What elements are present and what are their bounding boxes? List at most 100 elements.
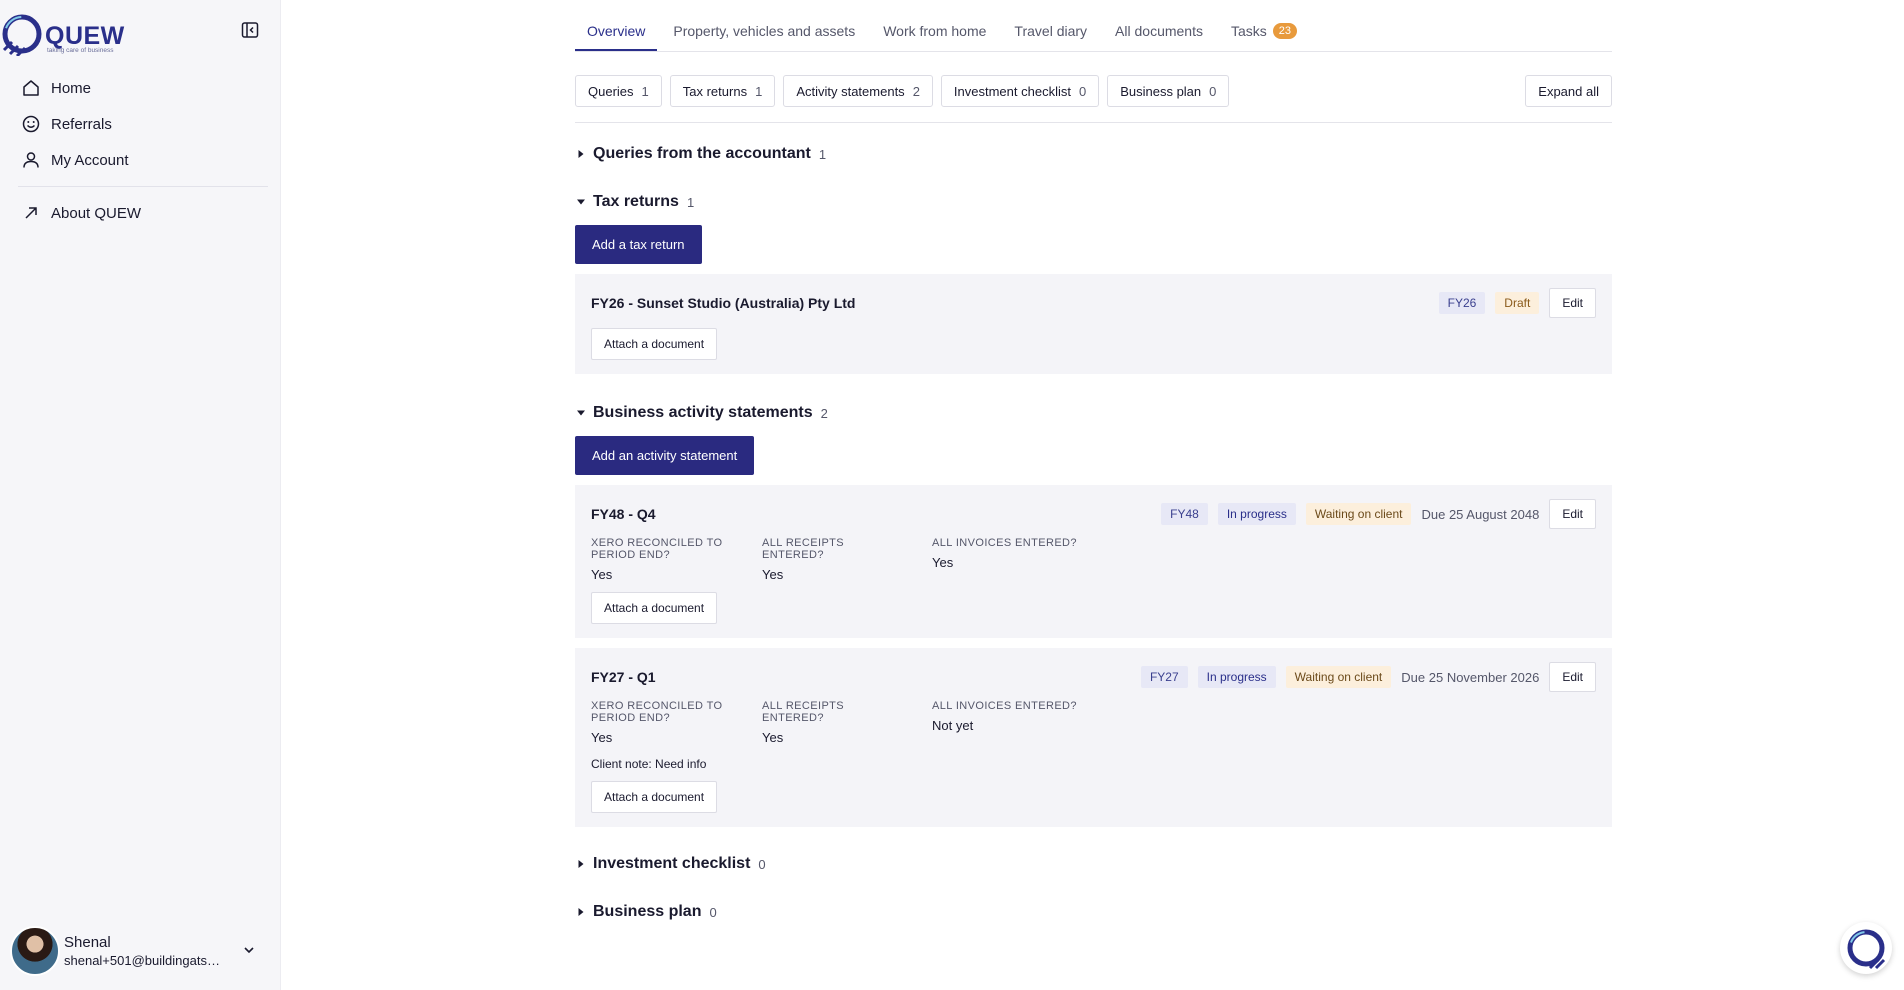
attach-document-button[interactable]: Attach a document: [591, 328, 718, 360]
sidebar-item-label: Referrals: [51, 115, 112, 133]
edit-button[interactable]: Edit: [1549, 662, 1596, 692]
caret-right-icon: [578, 860, 584, 868]
tab-label: Tasks: [1230, 23, 1267, 39]
sidebar-item-label: My Account: [51, 151, 129, 169]
sidebar-item-home[interactable]: Home: [18, 70, 268, 106]
field-label: ALL INVOICES ENTERED?: [932, 537, 1077, 549]
due-date: Due 25 August 2048: [1421, 506, 1540, 522]
section-title: Queries from the accountant: [593, 145, 811, 162]
field-label: XERO RECONCILED TO PERIOD END?: [591, 537, 723, 561]
tab-travel-diary[interactable]: Travel diary: [1002, 23, 1099, 51]
bas-fields: XERO RECONCILED TO PERIOD END? Yes ALL R…: [591, 537, 1596, 582]
tab-all-documents[interactable]: All documents: [1103, 23, 1215, 51]
main-content: Overview Property, vehicles and assets W…: [575, 0, 1612, 923]
sidebar-item-my-account[interactable]: My Account: [18, 142, 268, 178]
bas-fields: XERO RECONCILED TO PERIOD END? Yes ALL R…: [591, 700, 1596, 745]
arrow-up-right-icon: [25, 207, 37, 219]
tab-property-vehicles-assets[interactable]: Property, vehicles and assets: [661, 23, 867, 51]
field-label: ALL RECEIPTS ENTERED?: [762, 537, 845, 561]
filter-activity-statements[interactable]: Activity statements 2: [783, 75, 933, 107]
filter-tax-returns[interactable]: Tax returns 1: [669, 75, 776, 107]
field-label: ALL INVOICES ENTERED?: [932, 700, 1077, 712]
section-investment-toggle[interactable]: Investment checklist 0: [575, 853, 1612, 875]
tab-bar: Overview Property, vehicles and assets W…: [575, 0, 1612, 52]
user-icon: [23, 152, 39, 168]
filter-count: 0: [1209, 83, 1217, 99]
field-value: Yes: [591, 730, 613, 745]
add-activity-statement-button[interactable]: Add an activity statement: [575, 436, 755, 475]
tab-overview[interactable]: Overview: [575, 23, 658, 51]
attach-document-button[interactable]: Attach a document: [591, 592, 718, 624]
bas-card: FY48 - Q4 FY48 In progress Waiting on cl…: [575, 485, 1612, 638]
section-filter-bar: Queries 1 Tax returns 1 Activity statement…: [575, 74, 1612, 108]
brand-tagline: taking care of business: [47, 47, 114, 54]
section-count: 0: [758, 856, 766, 872]
field-value: Yes: [762, 730, 784, 745]
filter-investment-checklist[interactable]: Investment checklist 0: [940, 75, 1100, 107]
tab-label: Travel diary: [1014, 23, 1088, 39]
section-queries-toggle[interactable]: Queries from the accountant 1: [575, 143, 1612, 165]
client-note: Client note: Need info: [591, 757, 707, 771]
edit-button[interactable]: Edit: [1549, 288, 1596, 318]
filter-queries[interactable]: Queries 1: [575, 75, 662, 107]
field-value: Yes: [932, 555, 954, 570]
chevron-down-icon[interactable]: [241, 942, 257, 958]
sidebar-collapse-icon: [241, 22, 259, 38]
smile-icon: [22, 115, 40, 133]
sidebar-item-about-quew[interactable]: About QUEW: [18, 195, 268, 231]
section-count: 1: [818, 146, 827, 162]
filter-label: Activity statements: [796, 83, 905, 99]
user-name: Shenal: [64, 934, 111, 951]
add-tax-return-button[interactable]: Add a tax return: [575, 225, 702, 264]
home-icon: [23, 80, 39, 96]
section-business-plan-toggle[interactable]: Business plan 0: [575, 901, 1612, 923]
quew-logo-mark-icon: [2, 14, 42, 56]
section-count: 0: [709, 904, 717, 920]
filter-business-plan[interactable]: Business plan 0: [1107, 75, 1230, 107]
sidebar-item-referrals[interactable]: Referrals: [18, 106, 268, 142]
section-title: Business plan: [593, 903, 702, 920]
sidebar-divider: [18, 186, 268, 187]
caret-right-icon: [578, 150, 584, 158]
attach-document-button[interactable]: Attach a document: [591, 781, 718, 813]
field-invoices-entered: ALL INVOICES ENTERED? Not yet: [932, 700, 1077, 745]
field-xero-reconciled: XERO RECONCILED TO PERIOD END? Yes: [591, 700, 736, 745]
divider: [575, 122, 1612, 123]
filter-count: 2: [912, 83, 920, 99]
fy-badge: FY26: [1438, 292, 1486, 314]
avatar: [10, 926, 60, 976]
help-chat-button[interactable]: [1840, 922, 1892, 974]
section-title: Investment checklist: [593, 855, 751, 872]
field-value: Not yet: [932, 718, 974, 733]
tab-label: Work from home: [883, 23, 987, 39]
tab-tasks[interactable]: Tasks 23: [1219, 23, 1309, 51]
caret-down-icon: [577, 410, 585, 416]
collapse-sidebar-button[interactable]: [240, 20, 260, 40]
tax-return-card: FY26 - Sunset Studio (Australia) Pty Ltd…: [575, 274, 1612, 374]
quew-logo[interactable]: QUEW taking care of business: [0, 10, 140, 56]
tab-work-from-home[interactable]: Work from home: [871, 23, 998, 51]
user-menu[interactable]: Shenal shenal+501@buildingatsunset.com: [10, 925, 270, 977]
card-actions: FY27 In progress Waiting on client Due 2…: [1131, 662, 1596, 692]
section-bas-toggle[interactable]: Business activity statements 2: [575, 402, 1612, 424]
progress-badge: In progress: [1197, 666, 1276, 688]
section-count: 1: [686, 194, 695, 210]
sidebar-item-label: Home: [51, 79, 92, 97]
field-label: ALL RECEIPTS ENTERED?: [762, 700, 845, 724]
field-value: Yes: [591, 567, 613, 582]
tab-label: All documents: [1115, 23, 1203, 39]
field-label: XERO RECONCILED TO PERIOD END?: [591, 700, 723, 724]
filter-label: Queries: [588, 83, 634, 99]
sidebar-item-label: About QUEW: [51, 204, 142, 222]
filter-count: 1: [755, 83, 763, 99]
tab-label: Overview: [587, 23, 646, 39]
user-email: shenal+501@buildingatsunset.com: [64, 953, 224, 968]
expand-all-button[interactable]: Expand all: [1525, 75, 1612, 107]
waiting-badge: Waiting on client: [1305, 503, 1412, 525]
due-date: Due 25 November 2026: [1401, 669, 1540, 685]
edit-button[interactable]: Edit: [1549, 499, 1596, 529]
status-badge: Draft: [1495, 292, 1540, 314]
caret-down-icon: [577, 199, 585, 205]
bas-card: FY27 - Q1 FY27 In progress Waiting on cl…: [575, 648, 1612, 827]
section-tax-returns-toggle[interactable]: Tax returns 1: [575, 191, 1612, 213]
